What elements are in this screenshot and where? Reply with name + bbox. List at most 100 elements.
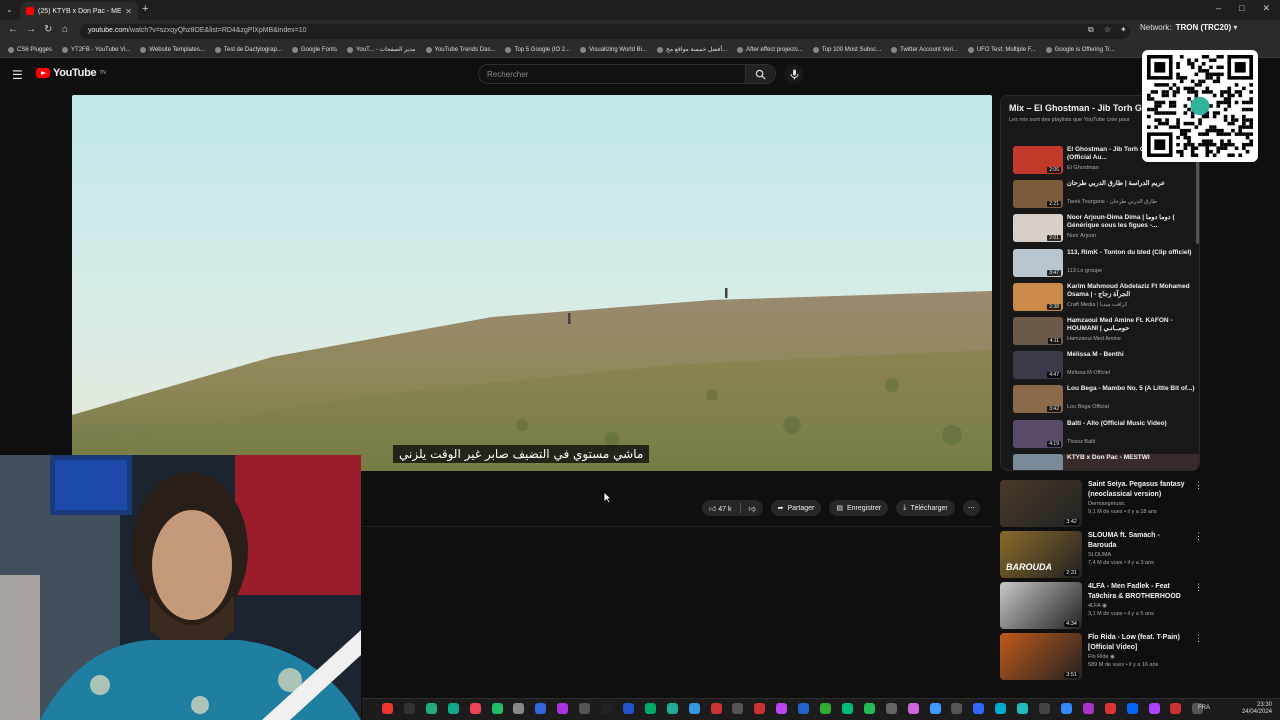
share-button[interactable]: ➦ Partager	[770, 500, 822, 516]
youtube-logo[interactable]: YouTube TN	[36, 67, 106, 79]
new-tab-icon[interactable]: +	[142, 3, 148, 15]
taskbar-app-icon[interactable]	[995, 703, 1007, 714]
taskbar-app-icon[interactable]	[469, 703, 481, 714]
network-selector[interactable]: Network: TRON (TRC20) ▾	[1140, 23, 1237, 32]
taskbar-app-icon[interactable]	[1082, 703, 1094, 714]
playlist-item[interactable]: 4:11 Hamzaoui Med Amine Ft. KAFON - HOUMA…	[1013, 317, 1199, 350]
bookmark-item[interactable]: CS6 Plugges	[8, 44, 52, 55]
bookmark-item[interactable]: Top 100 Most Subsc...	[812, 44, 881, 55]
taskbar-app-icon[interactable]	[403, 703, 415, 714]
dislike-button[interactable]: 👎︎	[749, 504, 756, 513]
bookmark-item[interactable]: Google is Offering Tr...	[1045, 44, 1115, 55]
taskbar-app-icon[interactable]	[907, 703, 919, 714]
taskbar-app-icon[interactable]	[1104, 703, 1116, 714]
bookmark-item[interactable]: YouTube Trends Das...	[425, 44, 495, 55]
bookmark-item[interactable]: Test de Dactylograp...	[214, 44, 282, 55]
taskbar-app-icon[interactable]	[425, 703, 437, 714]
maximize-icon[interactable]: □	[1239, 3, 1244, 14]
tray-clock[interactable]: 23:30 24/04/2024	[1242, 702, 1272, 716]
bookmark-item[interactable]: Website Templates...	[140, 44, 205, 55]
taskbar-app-icon[interactable]	[754, 703, 766, 714]
tab-close-icon[interactable]: ✕	[125, 7, 132, 16]
reload-icon[interactable]: ↻	[44, 24, 52, 35]
voice-search-button[interactable]	[784, 64, 804, 84]
video-player[interactable]	[72, 95, 992, 471]
taskbar-app-icon[interactable]	[798, 703, 810, 714]
taskbar-app-icon[interactable]	[710, 703, 722, 714]
recommended-video[interactable]: 3:51 Flo Rida - Low (feat. T-Pain) [Offic…	[1000, 633, 1203, 681]
forward-icon[interactable]: →	[26, 24, 36, 35]
taskbar-app-icon[interactable]	[666, 703, 678, 714]
taskbar-app-icon[interactable]	[776, 703, 788, 714]
taskbar-app-icon[interactable]	[688, 703, 700, 714]
playlist-item[interactable]: 4:19 Balti - Allo (Official Music Video) T…	[1013, 419, 1199, 453]
taskbar-app-icon[interactable]	[1126, 703, 1138, 714]
bookmark-star-icon[interactable]: ☆	[1104, 25, 1111, 34]
more-options-icon[interactable]: ⋮	[1194, 531, 1203, 542]
close-window-icon[interactable]: ✕	[1262, 3, 1270, 14]
taskbar-app-icon[interactable]	[929, 703, 941, 714]
taskbar-app-icon[interactable]	[841, 703, 853, 714]
back-icon[interactable]: ←	[8, 24, 18, 35]
playlist-title[interactable]: Mix – El Ghostman - Jib Torh G	[1009, 103, 1142, 113]
playlist-item[interactable]: 3:47 113, RimK - Tonton du bled (Clip off…	[1013, 248, 1199, 282]
bookmark-item[interactable]: UFO Test: Multiple F...	[967, 44, 1036, 55]
like-button[interactable]: 👍︎ 47 k	[709, 504, 732, 513]
taskbar-app-icon[interactable]	[513, 703, 525, 714]
taskbar-app-icon[interactable]	[557, 703, 569, 714]
install-app-icon[interactable]: ⧉	[1088, 25, 1094, 35]
bookmark-item[interactable]: YT2FB - YouTube Vi...	[62, 44, 130, 55]
browser-tab[interactable]: (25) KTYB x Don Pac - MESTWI ✕	[20, 2, 138, 20]
more-options-icon[interactable]: ⋮	[1194, 633, 1203, 644]
playlist-item[interactable]: 4:47 Mélissa M - Benthi Mélissa M Officiel	[1013, 351, 1199, 384]
save-button[interactable]: ▤ Enregistrer	[829, 500, 889, 516]
playlist-item[interactable]: 2:01 Noor Arjoun-Dima Dima | دوما دوما ( …	[1013, 214, 1199, 247]
search-button[interactable]	[746, 64, 776, 84]
search-input[interactable]: Rechercher	[478, 64, 746, 84]
bookmark-item[interactable]: YouT... - مدير الصفحات	[346, 44, 416, 55]
url-field[interactable]: youtube.com/watch?v=szxqyQhz8OE&list=RD4…	[80, 24, 1130, 39]
taskbar-app-icon[interactable]	[601, 703, 612, 714]
bookmark-item[interactable]: Twitter Account Veri...	[891, 44, 958, 55]
bookmark-item[interactable]: Top 5 Google (IO 2...	[505, 44, 570, 55]
taskbar-app-icon[interactable]	[973, 703, 985, 714]
taskbar-app-icon[interactable]	[732, 703, 744, 714]
taskbar-app-icon[interactable]	[1148, 703, 1160, 714]
playlist-item[interactable]: KTYB x Don Pac - MESTWI	[1013, 453, 1199, 470]
extensions-icon[interactable]: ✦	[1120, 25, 1127, 34]
taskbar-app-icon[interactable]	[820, 703, 831, 714]
playlist-item[interactable]: 2:38 Karim Mahmoud Abdelaziz Ft Mohamed O…	[1013, 282, 1199, 316]
tray-language[interactable]: FRA	[1198, 705, 1210, 711]
taskbar-app-icon[interactable]	[535, 703, 547, 714]
taskbar-app-icon[interactable]	[1170, 703, 1182, 714]
taskbar-app-icon[interactable]	[1017, 703, 1029, 714]
minimize-icon[interactable]: –	[1216, 3, 1221, 14]
recommended-video[interactable]: BAROUDA 2:31 SLOUMA ft. Samach - Barouda SL…	[1000, 531, 1203, 579]
hamburger-menu-icon[interactable]: ☰	[12, 68, 23, 82]
taskbar-app-icon[interactable]	[644, 703, 656, 714]
bookmark-item[interactable]: أفضل خمسة مواقع مج...	[656, 44, 727, 55]
home-icon[interactable]: ⌂	[62, 24, 68, 35]
taskbar-app-icon[interactable]	[1039, 703, 1050, 714]
taskbar-app-icon[interactable]	[491, 703, 503, 714]
more-options-icon[interactable]: ⋮	[1194, 480, 1203, 491]
playlist-item[interactable]: 2:21 عريم الدراسة | طارق الدربي طرحان Tare…	[1013, 180, 1199, 213]
more-options-icon[interactable]: ⋮	[1194, 582, 1203, 593]
taskbar-app-icon[interactable]	[382, 703, 393, 714]
taskbar-app-icon[interactable]	[622, 703, 634, 714]
recommended-video[interactable]: 3:42 Saint Seiya. Pegasus fantasy (neocla…	[1000, 480, 1203, 528]
bookmark-item[interactable]: Visualizing World Bi...	[580, 44, 647, 55]
download-button[interactable]: ⤓ Télécharger	[896, 500, 955, 516]
taskbar-app-icon[interactable]	[1060, 703, 1072, 714]
taskbar-app-icon[interactable]	[863, 703, 875, 714]
tab-list-icon[interactable]: ⌄	[6, 5, 13, 14]
taskbar-app-icon[interactable]	[579, 703, 591, 714]
taskbar-app-icon[interactable]	[885, 703, 897, 714]
taskbar-app-icon[interactable]	[951, 703, 963, 714]
bookmark-item[interactable]: Google Fonts	[291, 44, 337, 55]
playlist-item[interactable]: 3:42 Lou Bega - Mambo No. 5 (A Little Bit…	[1013, 385, 1199, 418]
taskbar-app-icon[interactable]	[447, 703, 459, 714]
bookmark-item[interactable]: After effect projects...	[737, 44, 803, 55]
recommended-video[interactable]: 4:34 4LFA - Men Fadlek - Feat Ta9chira & …	[1000, 582, 1203, 630]
more-actions-button[interactable]: ⋯	[962, 500, 980, 516]
